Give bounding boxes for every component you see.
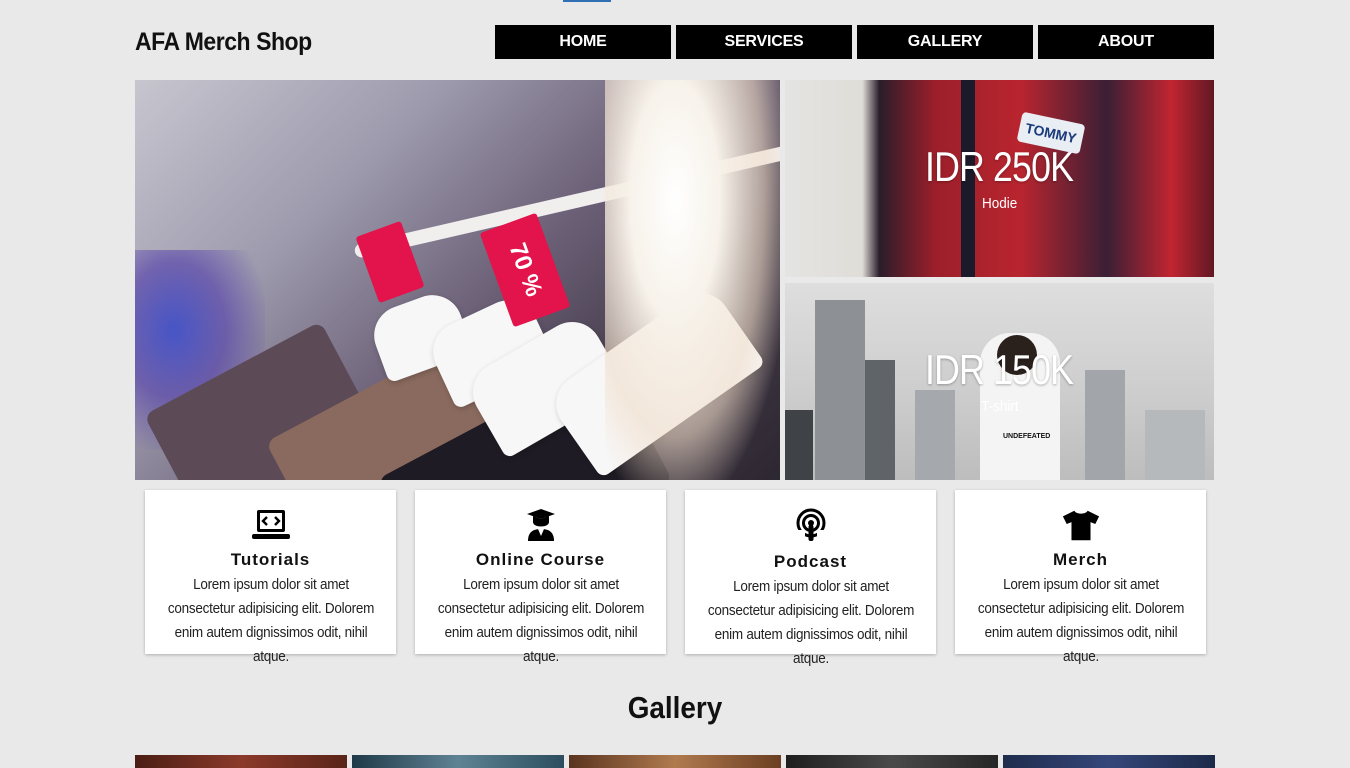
gallery-grid xyxy=(135,755,1215,768)
gallery-thumb[interactable] xyxy=(352,755,564,768)
card-title: Tutorials xyxy=(230,550,311,569)
building xyxy=(1085,370,1125,480)
nav-about[interactable]: ABOUT xyxy=(1038,25,1214,59)
service-card-merch[interactable]: Merch Lorem ipsum dolor sit amet consect… xyxy=(955,490,1206,665)
nav-services[interactable]: SERVICES xyxy=(676,25,852,59)
promo-price: IDR 250K xyxy=(925,142,1075,190)
card-description: Lorem ipsum dolor sit amet consectetur a… xyxy=(707,578,914,667)
building xyxy=(865,360,895,480)
service-card-podcast[interactable]: Podcast Lorem ipsum dolor sit amet conse… xyxy=(685,490,936,667)
card-description: Lorem ipsum dolor sit amet consectetur a… xyxy=(167,576,374,665)
gallery-thumb[interactable] xyxy=(569,755,781,768)
podcast-icon xyxy=(791,508,831,544)
laptop-code-icon xyxy=(251,508,291,542)
promo-hoodie[interactable]: TOMMY IDR 250K Hodie xyxy=(785,80,1214,277)
promo-tshirt[interactable]: UNDEFEATED IDR 150K T-shirt xyxy=(785,283,1214,480)
promo-label: Hodie xyxy=(981,195,1018,213)
service-card-tutorials[interactable]: Tutorials Lorem ipsum dolor sit amet con… xyxy=(145,490,396,665)
card-title: Merch xyxy=(1052,550,1109,569)
gallery-heading: Gallery xyxy=(627,690,723,725)
nav-gallery[interactable]: GALLERY xyxy=(857,25,1033,59)
nav-home[interactable]: HOME xyxy=(495,25,671,59)
promo-price: IDR 150K xyxy=(925,345,1075,393)
gallery-thumb[interactable] xyxy=(1003,755,1215,768)
building xyxy=(915,390,955,480)
services-section: Tutorials Lorem ipsum dolor sit amet con… xyxy=(145,490,1206,667)
gallery-thumb[interactable] xyxy=(786,755,998,768)
card-description: Lorem ipsum dolor sit amet consectetur a… xyxy=(977,576,1184,665)
shirt-print: UNDEFEATED xyxy=(1003,433,1051,440)
promo-label: T-shirt xyxy=(980,398,1019,416)
site-logo[interactable]: AFA Merch Shop xyxy=(135,28,312,57)
card-title: Online Course xyxy=(475,550,606,569)
card-description: Lorem ipsum dolor sit amet consectetur a… xyxy=(437,576,644,665)
tshirt-icon xyxy=(1061,508,1101,542)
hero-image: 70 % xyxy=(135,80,780,480)
building xyxy=(815,300,865,480)
card-title: Podcast xyxy=(773,552,848,571)
service-card-online-course[interactable]: Online Course Lorem ipsum dolor sit amet… xyxy=(415,490,666,665)
graduate-icon xyxy=(521,508,561,542)
main-nav: HOME SERVICES GALLERY ABOUT xyxy=(495,25,1214,59)
gallery-thumb[interactable] xyxy=(135,755,347,768)
building xyxy=(1145,410,1205,480)
building xyxy=(785,410,813,480)
top-accent-bar xyxy=(563,0,611,2)
